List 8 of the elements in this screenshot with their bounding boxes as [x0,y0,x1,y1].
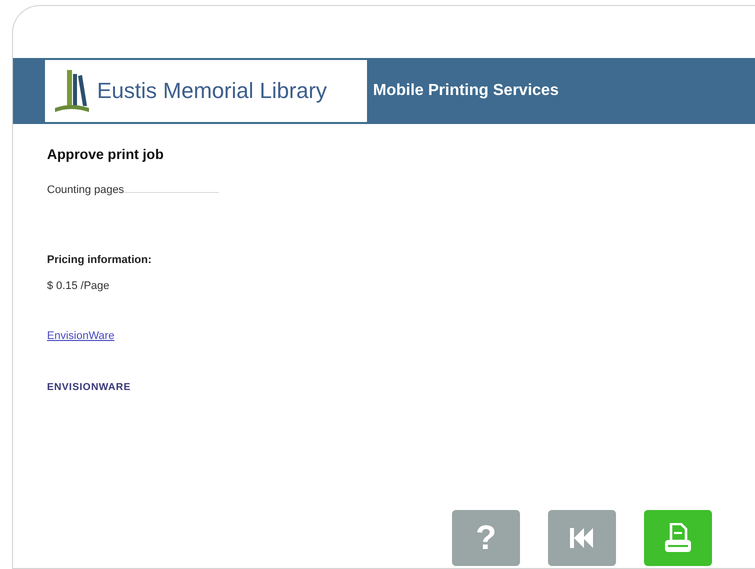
pricing-label: Pricing information: [47,254,152,266]
price-text: $ 0.15 /Page [47,280,110,292]
page-heading: Approve print job [47,146,165,162]
brand-logo: ENVISIONWARE [47,382,132,393]
status-text: Counting pages [47,184,124,196]
logo-title: Eustis Memorial Library [97,78,327,104]
header-title: Mobile Printing Services [373,82,559,100]
envisionware-link[interactable]: EnvisionWare [47,330,114,342]
